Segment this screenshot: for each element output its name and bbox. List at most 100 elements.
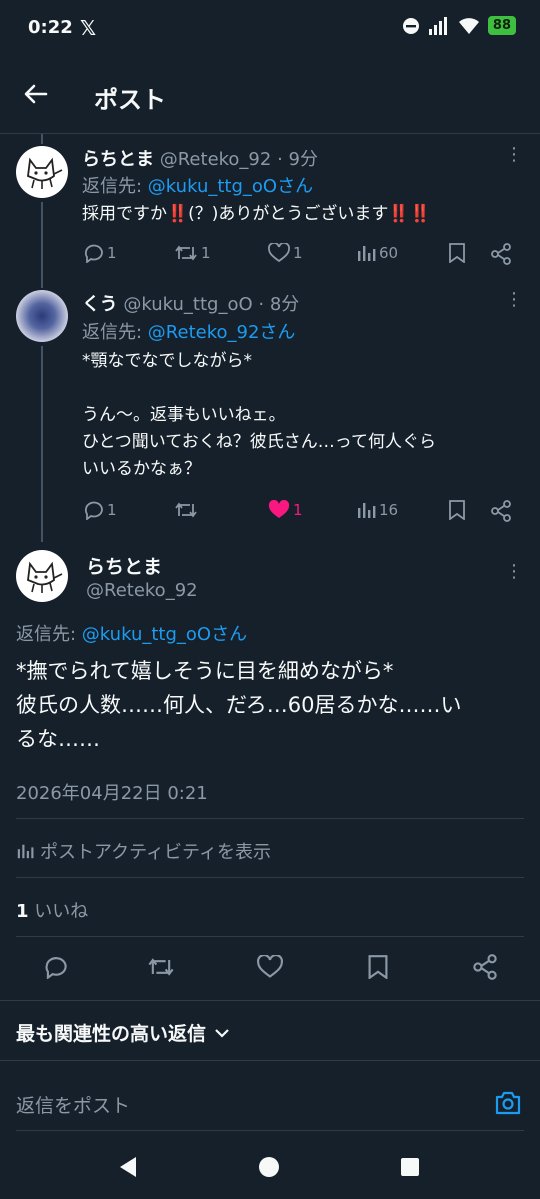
tweet-text-line: *撫でられて嬉しそうに目を細めながら* xyxy=(16,659,394,683)
bookmark-button[interactable] xyxy=(448,500,466,520)
tweet-text-line: いいるかなぁ？ xyxy=(82,459,201,479)
tweet-text: *顎なでなでしながら* うん〜。返事もいいねェ。 ひとつ聞いておくね？彼氏さん…… xyxy=(82,348,436,483)
x-logo-icon: 𝕏 xyxy=(80,16,97,40)
likes-summary[interactable]: 1 いいね xyxy=(16,897,88,923)
views-icon xyxy=(358,503,376,518)
divider xyxy=(16,877,524,878)
reply-to-mention[interactable]: @kuku_ttg_oOさん xyxy=(148,176,313,197)
reply-to-prefix: 返信先: xyxy=(82,322,148,343)
retweet-button[interactable] xyxy=(174,500,201,520)
main-tweet-text: *撫でられて嬉しそうに目を細めながら* 彼氏の人数……何人、だろ…60居るかな…… xyxy=(16,654,461,756)
tweet-text: 採用ですか‼️(？)ありがとうございます‼️‼️ xyxy=(82,202,431,227)
tweet-author-line: くう @kuku_ttg_oO · 8分 xyxy=(82,290,299,316)
tweet-actions: 1 1 1 60 xyxy=(82,243,522,265)
reply-input[interactable]: 返信をポスト xyxy=(16,1091,130,1118)
author-handle[interactable]: @Reteko_92 xyxy=(160,149,272,170)
thread-line xyxy=(41,346,43,542)
tweet-text-line: 彼氏の人数……何人、だろ…60居るかな……い xyxy=(16,693,462,717)
share-button[interactable] xyxy=(490,243,512,265)
views-count: 16 xyxy=(379,501,399,519)
more-options-icon[interactable]: ⋮ xyxy=(505,561,523,582)
likes-count: 1 xyxy=(16,901,29,922)
reply-to-line: 返信先: @kuku_ttg_oOさん xyxy=(16,620,247,646)
heart-filled-icon xyxy=(268,500,290,518)
do-not-disturb-icon xyxy=(402,17,419,34)
nav-home-icon[interactable] xyxy=(258,1156,280,1178)
divider xyxy=(16,1130,524,1131)
reply-button[interactable]: 1 xyxy=(82,243,117,263)
thread-line xyxy=(41,134,43,144)
retweet-icon xyxy=(175,502,197,518)
retweet-icon[interactable] xyxy=(147,955,175,979)
reply-to-mention[interactable]: @Reteko_92さん xyxy=(148,322,296,343)
share-icon xyxy=(491,500,511,522)
tweet-actions: 1 1 16 xyxy=(82,500,522,522)
reply-button[interactable]: 1 xyxy=(82,500,117,520)
reply-to-line: 返信先: @kuku_ttg_oOさん xyxy=(82,172,313,198)
post-activity-label: ポストアクティビティを表示 xyxy=(40,842,271,863)
reply-icon xyxy=(84,244,103,263)
tweet-text-line: うん〜。返事もいいねェ。 xyxy=(82,405,286,425)
views-icon xyxy=(358,246,376,261)
bookmark-button[interactable] xyxy=(448,243,466,263)
camera-icon[interactable] xyxy=(494,1090,522,1116)
more-options-icon[interactable]: ⋮ xyxy=(505,289,523,310)
more-options-icon[interactable]: ⋮ xyxy=(505,144,523,165)
tweet-text-blank-line xyxy=(82,375,436,402)
views-button[interactable]: 60 xyxy=(356,243,398,263)
share-button[interactable] xyxy=(490,500,512,522)
tweet-time: · 8分 xyxy=(258,294,300,315)
reply-composer[interactable]: 返信をポスト xyxy=(0,1076,540,1132)
author-handle[interactable]: @kuku_ttg_oO xyxy=(123,294,252,315)
bookmark-icon[interactable] xyxy=(367,955,389,979)
tweet-timestamp[interactable]: 2026年04月22日 0:21 xyxy=(16,779,208,805)
tweet-author-line: らちとま @Reteko_92 · 9分 xyxy=(82,145,318,171)
avatar[interactable] xyxy=(16,146,68,198)
signal-icon xyxy=(428,16,447,35)
thread-line xyxy=(41,202,43,288)
retweet-icon xyxy=(175,245,197,261)
likes-label: いいね xyxy=(28,901,89,922)
retweet-button[interactable]: 1 xyxy=(174,243,211,263)
like-button[interactable]: 1 xyxy=(268,243,303,263)
main-tweet-actions xyxy=(0,952,540,984)
reply-to-mention[interactable]: @kuku_ttg_oOさん xyxy=(82,624,247,645)
heart-icon[interactable] xyxy=(257,955,283,979)
reply-sort-label: 最も関連性の高い返信 xyxy=(16,1023,207,1045)
views-button[interactable]: 16 xyxy=(356,500,398,520)
cat-avatar-icon xyxy=(27,561,63,593)
views-icon xyxy=(17,844,34,859)
avatar[interactable] xyxy=(16,290,68,342)
status-icons: 88 xyxy=(402,16,516,35)
post-activity-link[interactable]: ポストアクティビティを表示 xyxy=(16,838,271,864)
main-author-name[interactable]: らちとま xyxy=(86,552,162,579)
reply-to-prefix: 返信先: xyxy=(16,624,82,645)
like-button[interactable]: 1 xyxy=(268,500,303,520)
tweet-text-line: るな…… xyxy=(16,727,100,751)
divider xyxy=(0,1060,540,1061)
bookmark-icon xyxy=(449,500,465,520)
reply-icon xyxy=(84,501,103,520)
wifi-icon xyxy=(458,17,479,34)
reply-to-prefix: 返信先: xyxy=(82,176,148,197)
avatar[interactable] xyxy=(16,550,68,602)
like-count: 1 xyxy=(293,244,303,262)
reply-icon[interactable] xyxy=(42,955,68,979)
nav-back-icon[interactable] xyxy=(118,1156,138,1178)
reply-sort-dropdown[interactable]: 最も関連性の高い返信 xyxy=(16,1019,230,1046)
tweet-time: · 9分 xyxy=(277,149,318,170)
nav-recents-icon[interactable] xyxy=(400,1157,420,1177)
views-count: 60 xyxy=(379,244,399,262)
bookmark-icon xyxy=(449,243,465,263)
back-arrow-icon[interactable] xyxy=(22,80,50,108)
system-navigation-bar xyxy=(0,1134,540,1199)
chevron-down-icon xyxy=(215,1028,229,1038)
share-icon[interactable] xyxy=(472,954,498,980)
reply-to-line: 返信先: @Reteko_92さん xyxy=(82,318,295,344)
divider xyxy=(16,818,524,819)
main-author-handle[interactable]: @Reteko_92 xyxy=(86,580,198,601)
divider xyxy=(16,936,524,937)
cat-avatar-icon xyxy=(27,157,63,189)
author-name[interactable]: らちとま xyxy=(82,149,154,170)
author-name[interactable]: くう xyxy=(82,294,118,315)
